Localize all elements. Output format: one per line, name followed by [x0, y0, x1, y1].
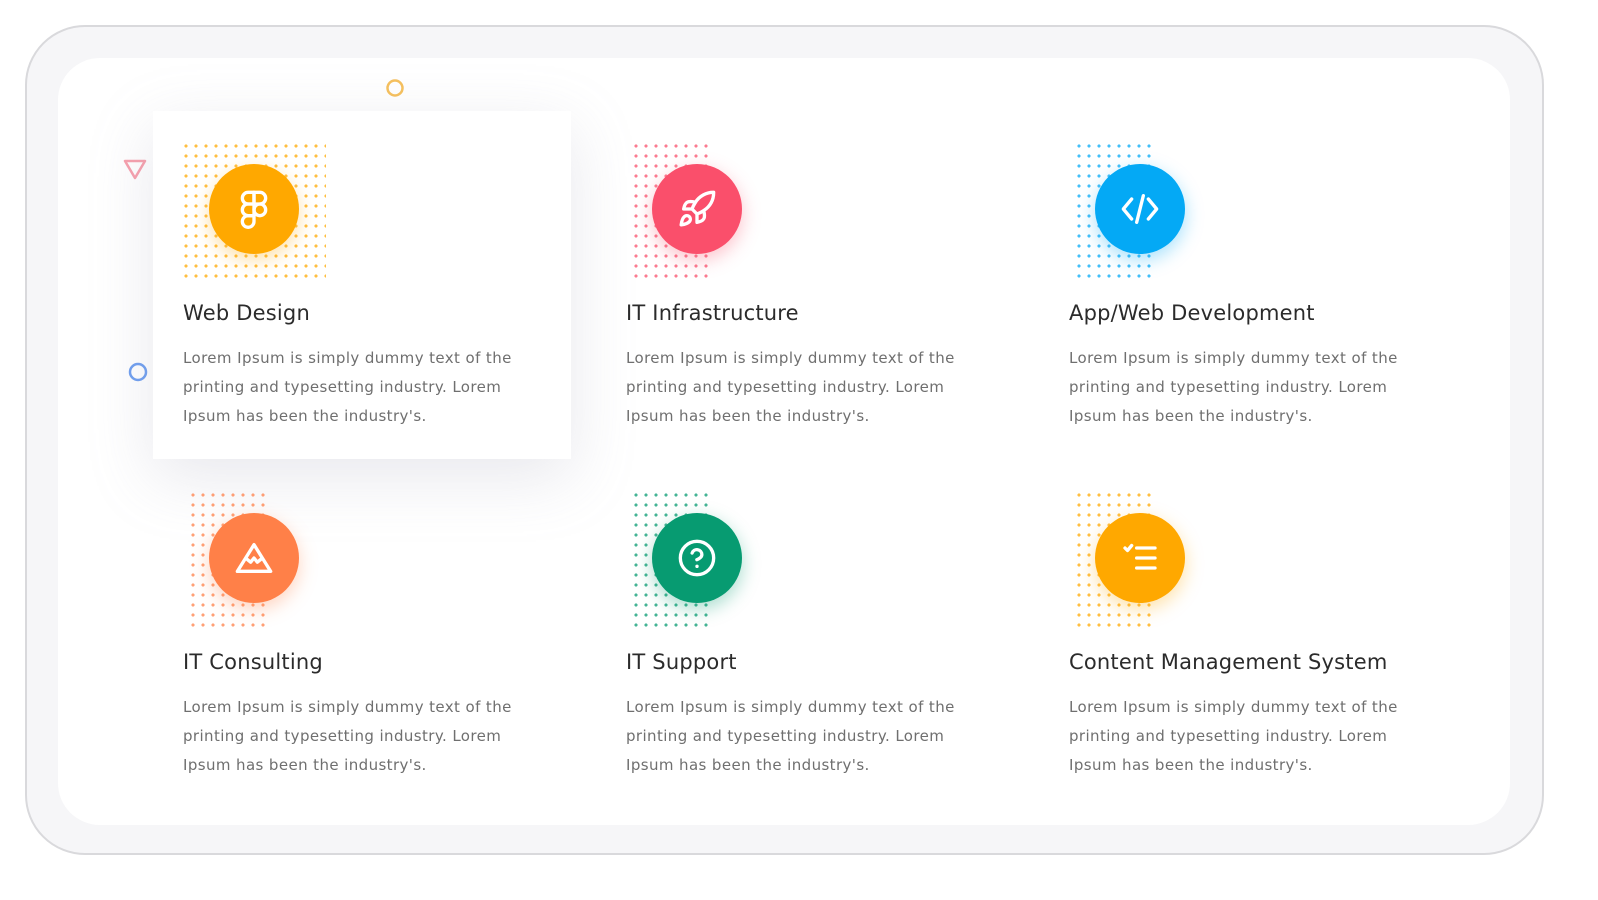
- service-title: App/Web Development: [1069, 301, 1315, 325]
- service-card-it-support[interactable]: IT Support Lorem Ipsum is simply dummy t…: [596, 460, 1014, 808]
- service-card-it-consulting[interactable]: IT Consulting Lorem Ipsum is simply dumm…: [153, 460, 571, 808]
- service-description: Lorem Ipsum is simply dummy text of the …: [1069, 349, 1398, 425]
- mountain-icon: [235, 543, 273, 573]
- rocket-icon: [679, 190, 716, 227]
- triangle-decoration-icon: [123, 159, 147, 180]
- service-icon-badge: [1095, 513, 1185, 603]
- service-icon-badge: [209, 164, 299, 254]
- service-icon-badge: [209, 513, 299, 603]
- ring-decoration-yellow-icon: [386, 79, 404, 97]
- service-description: Lorem Ipsum is simply dummy text of the …: [626, 349, 955, 425]
- service-description: Lorem Ipsum is simply dummy text of the …: [626, 698, 955, 774]
- service-description: Lorem Ipsum is simply dummy text of the …: [183, 698, 512, 774]
- service-title: Web Design: [183, 301, 310, 325]
- figma-icon: [240, 190, 268, 229]
- code-icon: [1121, 194, 1159, 224]
- service-title: IT Consulting: [183, 650, 323, 674]
- service-card-content-management-system[interactable]: Content Management System Lorem Ipsum is…: [1039, 460, 1457, 808]
- service-title: Content Management System: [1069, 650, 1388, 674]
- service-icon-badge: [652, 164, 742, 254]
- service-title: IT Infrastructure: [626, 301, 799, 325]
- service-card-it-infrastructure[interactable]: IT Infrastructure Lorem Ipsum is simply …: [596, 111, 1014, 459]
- service-description: Lorem Ipsum is simply dummy text of the …: [1069, 698, 1398, 774]
- service-icon-badge: [652, 513, 742, 603]
- checklist-icon: [1123, 543, 1157, 570]
- service-title: IT Support: [626, 650, 737, 674]
- help-circle-icon: [678, 539, 716, 577]
- service-description: Lorem Ipsum is simply dummy text of the …: [183, 349, 512, 425]
- service-card-web-design[interactable]: Web Design Lorem Ipsum is simply dummy t…: [153, 111, 571, 459]
- ring-decoration-blue-icon: [128, 362, 148, 382]
- service-card-app-web-development[interactable]: App/Web Development Lorem Ipsum is simpl…: [1039, 111, 1457, 459]
- service-icon-badge: [1095, 164, 1185, 254]
